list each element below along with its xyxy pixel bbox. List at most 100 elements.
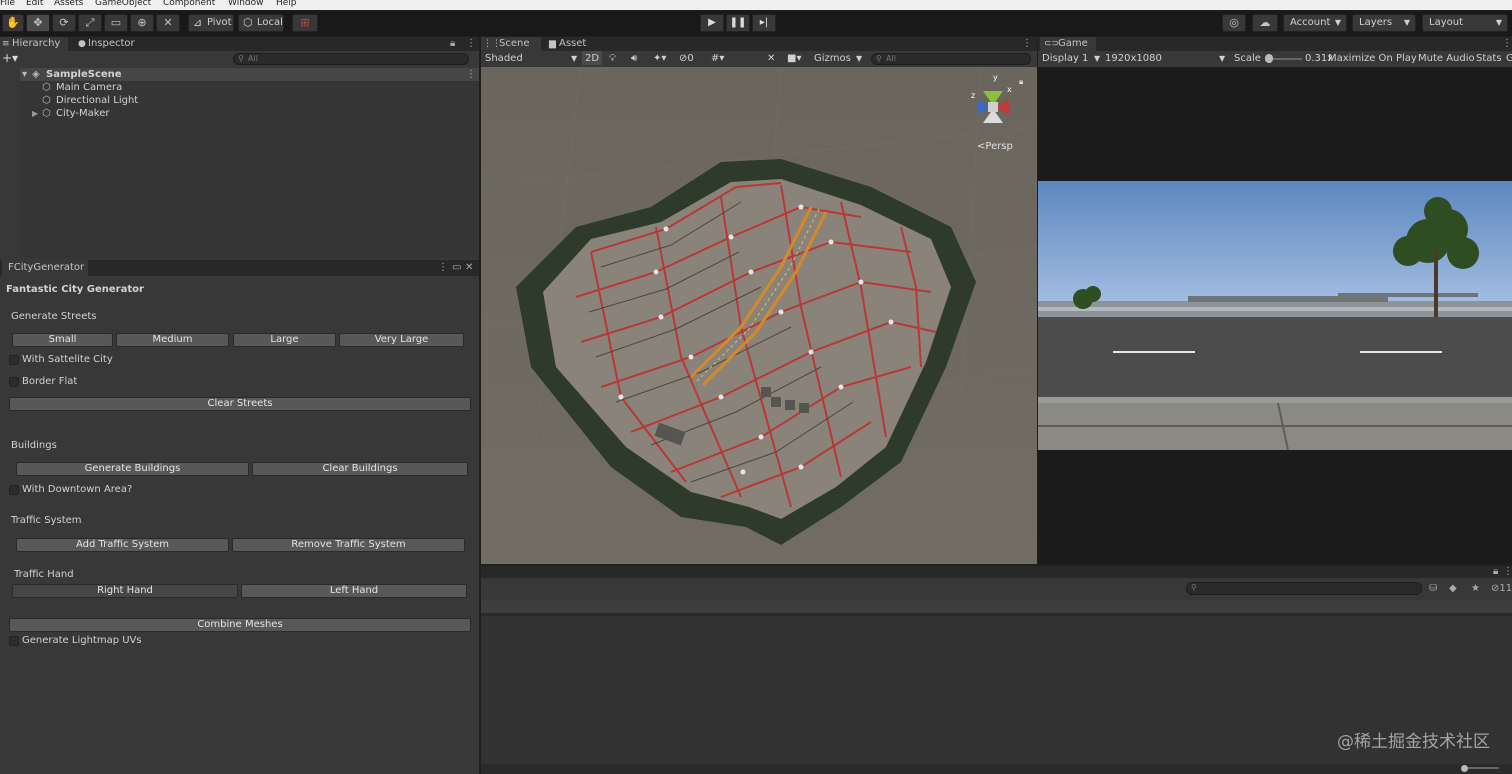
move-tool-icon[interactable]: ✥ (26, 14, 50, 32)
hidden-objects-icon[interactable]: ⊘0 (679, 51, 694, 65)
camera-icon[interactable]: ■▾ (787, 51, 801, 65)
tab-fcitygenerator[interactable]: FCityGenerator (2, 260, 88, 276)
add-traffic-system-button[interactable]: Add Traffic System (16, 538, 229, 552)
project-footer (481, 764, 1512, 774)
remove-traffic-system-button[interactable]: Remove Traffic System (232, 538, 465, 552)
lock-icon[interactable]: 🔒︎ (450, 37, 455, 51)
scene-row[interactable]: ▾ ◈ SampleScene ⋮ (20, 68, 479, 81)
close-icon[interactable]: ✕ (465, 260, 473, 276)
stats-toggle[interactable]: Stats (1476, 51, 1502, 65)
pause-button[interactable]: ❚❚ (726, 14, 750, 32)
local-toggle[interactable]: ⬡ Local (238, 14, 284, 32)
clear-buildings-button[interactable]: Clear Buildings (252, 462, 468, 476)
tab-asset-store[interactable]: ▆Asset Store (547, 37, 619, 63)
filter-type-icon[interactable]: ⛁ (1429, 582, 1437, 596)
display-label: Display 1 (1042, 53, 1089, 64)
resolution-label: 1920x1080 (1105, 53, 1162, 64)
account-dropdown[interactable]: Account ▼ (1283, 14, 1347, 32)
hierarchy-item-city-maker[interactable]: ▶ ⬡ City-Maker (32, 107, 232, 120)
layout-dropdown[interactable]: Layout ▼ (1422, 14, 1508, 32)
game-viewport[interactable] (1038, 181, 1512, 450)
transform-tool-icon[interactable]: ⊕ (130, 14, 154, 32)
grid-snap-icon[interactable]: ⊞ (292, 14, 318, 32)
scale-tool-icon[interactable]: ⤢ (78, 14, 102, 32)
menu-window[interactable]: Window (228, 0, 264, 8)
tab-inspector[interactable]: ● Inspector (76, 37, 146, 51)
shading-mode-dropdown[interactable]: Shaded ▼ (485, 51, 577, 65)
more-icon[interactable]: ⋮ (438, 260, 448, 276)
grid-toggle-icon[interactable]: #▾ (711, 51, 724, 65)
menu-component[interactable]: Component (163, 0, 215, 8)
rect-tool-icon[interactable]: ▭ (104, 14, 128, 32)
tools-icon[interactable]: ✕ (767, 51, 775, 65)
lightmap-uvs-checkbox[interactable] (9, 636, 19, 646)
left-hand-button[interactable]: Left Hand (241, 584, 467, 598)
hand-tool-icon[interactable]: ✋ (2, 14, 24, 32)
more-icon[interactable]: ⋮ (466, 68, 476, 81)
hierarchy-item-directional-light[interactable]: ⬡ Directional Light (42, 94, 242, 107)
hierarchy-search-input[interactable]: ⚲ All (233, 53, 469, 65)
lock-icon[interactable]: 🔒︎ (1019, 77, 1023, 87)
label-tag-icon[interactable]: ◆ (1449, 582, 1457, 596)
scene-viewport[interactable]: y x z 🔒︎ <Persp (481, 67, 1037, 564)
tab-scene[interactable]: ⋮⋮ Scene (481, 37, 541, 51)
more-icon[interactable]: ⋮ (1502, 37, 1512, 51)
street-medium-button[interactable]: Medium (116, 333, 229, 347)
layers-dropdown[interactable]: Layers ▼ (1352, 14, 1416, 32)
tab-game[interactable]: ⊂⊃ Game (1040, 37, 1096, 51)
lock-icon[interactable]: 🔒︎ (1493, 566, 1498, 578)
menu-file[interactable]: File (0, 0, 15, 8)
border-flat-checkbox[interactable] (9, 377, 19, 387)
toggle-2d-button[interactable]: 2D (582, 51, 602, 65)
gizmos-dropdown[interactable]: Gizmos ▼ (814, 51, 864, 65)
generate-buildings-button[interactable]: Generate Buildings (16, 462, 249, 476)
hierarchy-item-main-camera[interactable]: ⬡ Main Camera (42, 81, 242, 94)
display-dropdown[interactable]: Display 1 ▼ (1042, 51, 1100, 65)
street-very-large-button[interactable]: Very Large (339, 333, 464, 347)
menu-gameobject[interactable]: GameObject (95, 0, 151, 8)
play-button[interactable]: ▶ (700, 14, 724, 32)
project-search-input[interactable]: ⚲ (1186, 582, 1422, 595)
menu-help[interactable]: Help (276, 0, 297, 8)
audio-icon[interactable]: 🔊︎ (631, 51, 637, 65)
mute-audio-toggle[interactable]: Mute Audio (1418, 51, 1475, 65)
rotate-tool-icon[interactable]: ⟳ (52, 14, 76, 32)
resolution-dropdown[interactable]: 1920x1080 ▼ (1105, 51, 1227, 65)
persp-label[interactable]: <Persp (977, 141, 1013, 152)
cloud-icon[interactable]: ☁ (1252, 14, 1278, 32)
menu-assets[interactable]: Assets (54, 0, 83, 8)
tab-hierarchy[interactable]: ≡ Hierarchy (0, 37, 68, 51)
clear-streets-button[interactable]: Clear Streets (9, 397, 471, 411)
hidden-packages-icon[interactable]: ⊘11 (1491, 582, 1512, 596)
downtown-checkbox[interactable] (9, 485, 19, 495)
more-icon[interactable]: ⋮ (1022, 37, 1032, 51)
scene-tabbar: ⋮⋮Scene ▆Asset Store ⋮ (481, 37, 1037, 63)
step-button[interactable]: ▸| (752, 14, 776, 32)
chevron-down-icon: ▼ (1403, 18, 1410, 27)
satellite-city-checkbox[interactable] (9, 355, 19, 365)
street-small-button[interactable]: Small (12, 333, 113, 347)
maximize-on-play-toggle[interactable]: Maximize On Play (1328, 51, 1417, 65)
pivot-toggle[interactable]: ⊿ Pivot (188, 14, 234, 32)
scale-slider-thumb[interactable] (1265, 54, 1273, 63)
street-large-button[interactable]: Large (233, 333, 336, 347)
gizmos-toggle-truncated[interactable]: G (1506, 51, 1512, 65)
collab-icon[interactable]: ◎ (1222, 14, 1246, 32)
city-scene-render (481, 67, 1037, 564)
more-icon[interactable]: ⋮ (1503, 566, 1512, 578)
custom-tool-icon[interactable]: ✕ (156, 14, 180, 32)
icon-size-slider[interactable] (1463, 767, 1499, 769)
add-icon[interactable]: +▾ (2, 51, 18, 65)
effects-icon[interactable]: ✦▾ (653, 51, 666, 65)
gizmo-axis-z: z (971, 91, 976, 100)
right-hand-button[interactable]: Right Hand (12, 584, 238, 598)
icon-size-slider-thumb[interactable] (1461, 765, 1468, 772)
favorite-star-icon[interactable]: ★ (1471, 582, 1480, 596)
menu-edit[interactable]: Edit (26, 0, 43, 8)
lighting-icon[interactable]: 💡︎ (609, 51, 616, 65)
scene-search-input[interactable]: ⚲ All (871, 53, 1031, 65)
more-icon[interactable]: ⋮ (466, 37, 476, 51)
maximize-icon[interactable]: ▭ (452, 260, 461, 276)
shading-mode-label: Shaded (485, 53, 523, 64)
combine-meshes-button[interactable]: Combine Meshes (9, 618, 471, 632)
